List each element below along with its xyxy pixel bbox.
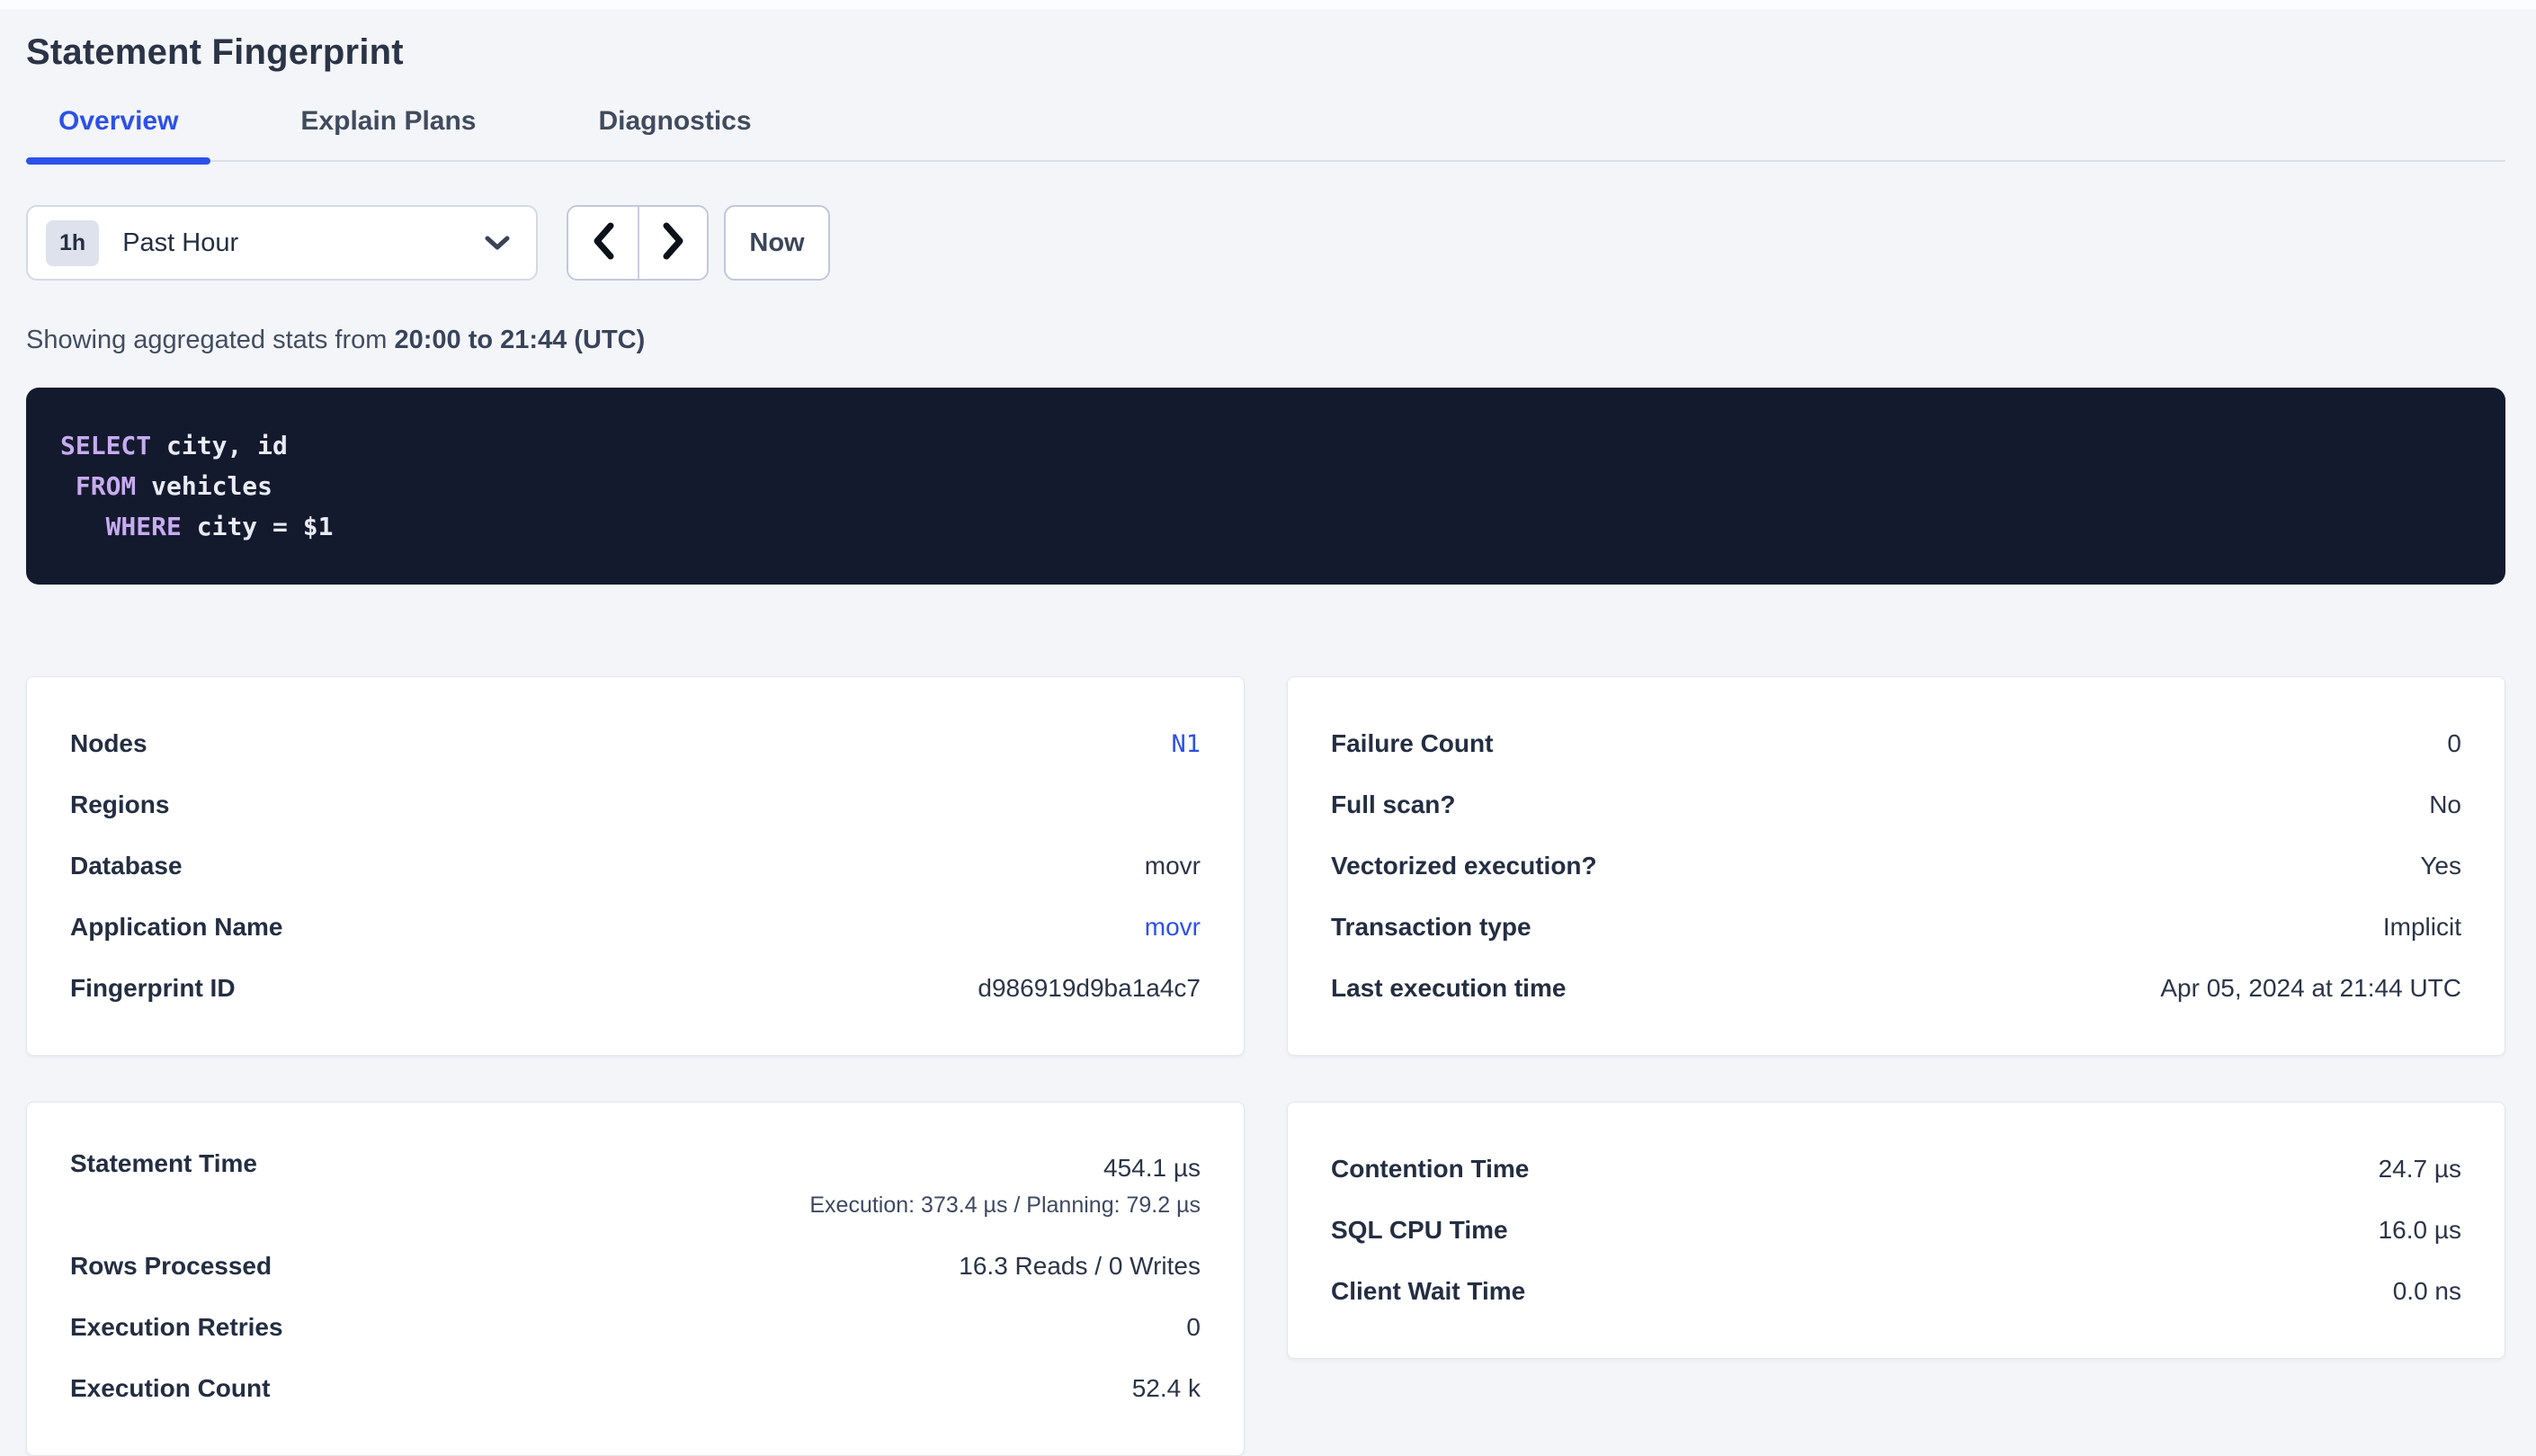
statement-time-value: 454.1 µs: [1103, 1149, 1201, 1187]
time-controls: 1h Past Hour Now: [26, 205, 2505, 281]
contention-time-value: 24.7 µs: [2379, 1155, 2461, 1184]
tab-bar: Overview Explain Plans Diagnostics: [26, 106, 2505, 162]
row-full-scan: Full scan? No: [1331, 774, 2461, 835]
chevron-left-icon: [591, 222, 616, 264]
failure-count-label: Failure Count: [1331, 729, 1493, 758]
execution-attributes-card: Failure Count 0 Full scan? No Vectorized…: [1287, 676, 2505, 1056]
now-button[interactable]: Now: [724, 205, 830, 281]
row-transaction-type: Transaction type Implicit: [1331, 897, 2461, 958]
sql-cpu-time-label: SQL CPU Time: [1331, 1216, 1508, 1245]
next-time-button[interactable]: [638, 207, 707, 279]
caption-prefix: Showing aggregated stats from: [26, 326, 394, 354]
time-pager: [567, 205, 709, 281]
statement-details-card: Nodes N1 Regions Database movr Applicati…: [26, 676, 1245, 1056]
summary-cards: Nodes N1 Regions Database movr Applicati…: [26, 676, 2505, 1456]
vectorized-execution-value: Yes: [2420, 852, 2461, 880]
regions-label: Regions: [70, 791, 169, 819]
row-failure-count: Failure Count 0: [1331, 713, 2461, 774]
fingerprint-id-label: Fingerprint ID: [70, 974, 236, 1003]
time-range-badge: 1h: [46, 220, 99, 266]
statement-time-detail: Execution: 373.4 µs / Planning: 79.2 µs: [809, 1187, 1201, 1223]
aggregated-stats-caption: Showing aggregated stats from 20:00 to 2…: [26, 326, 2505, 355]
nodes-link[interactable]: N1: [1171, 730, 1201, 758]
previous-time-button[interactable]: [568, 207, 638, 279]
transaction-type-label: Transaction type: [1331, 913, 1531, 942]
application-name-label: Application Name: [70, 913, 282, 942]
row-fingerprint-id: Fingerprint ID d986919d9ba1a4c7: [70, 958, 1201, 1019]
statement-time-label: Statement Time: [70, 1149, 257, 1178]
row-regions: Regions: [70, 774, 1201, 835]
top-edge: [0, 0, 2536, 9]
page-title: Statement Fingerprint: [26, 31, 2505, 74]
client-wait-time-value: 0.0 ns: [2393, 1277, 2461, 1306]
sql-line: SELECT city, id: [60, 425, 2471, 466]
fingerprint-id-value: d986919d9ba1a4c7: [978, 974, 1201, 1003]
last-execution-time-label: Last execution time: [1331, 974, 1566, 1003]
tab-diagnostics[interactable]: Diagnostics: [567, 106, 784, 160]
row-database: Database movr: [70, 835, 1201, 897]
row-sql-cpu-time: SQL CPU Time 16.0 µs: [1331, 1200, 2461, 1261]
full-scan-value: No: [2429, 791, 2461, 819]
client-wait-time-label: Client Wait Time: [1331, 1277, 1525, 1306]
row-nodes: Nodes N1: [70, 713, 1201, 774]
full-scan-label: Full scan?: [1331, 791, 1455, 819]
row-statement-time: Statement Time 454.1 µs Execution: 373.4…: [70, 1139, 1201, 1236]
row-client-wait-time: Client Wait Time 0.0 ns: [1331, 1261, 2461, 1322]
row-vectorized-execution: Vectorized execution? Yes: [1331, 835, 2461, 897]
nodes-label: Nodes: [70, 729, 147, 758]
resource-stats-card: Contention Time 24.7 µs SQL CPU Time 16.…: [1287, 1102, 2505, 1359]
failure-count-value: 0: [2447, 729, 2461, 758]
chevron-down-icon: [484, 234, 511, 252]
row-application-name: Application Name movr: [70, 897, 1201, 958]
application-name-link[interactable]: movr: [1145, 913, 1201, 942]
time-range-dropdown[interactable]: 1h Past Hour: [26, 205, 538, 281]
vectorized-execution-label: Vectorized execution?: [1331, 852, 1597, 880]
sql-line: FROM vehicles: [60, 466, 2471, 506]
last-execution-time-value: Apr 05, 2024 at 21:44 UTC: [2160, 974, 2461, 1003]
database-value: movr: [1145, 852, 1201, 880]
execution-retries-value: 0: [1186, 1313, 1201, 1342]
statement-time-values: 454.1 µs Execution: 373.4 µs / Planning:…: [809, 1149, 1201, 1223]
sql-line: WHERE city = $1: [60, 506, 2471, 547]
chevron-right-icon: [661, 222, 686, 264]
row-contention-time: Contention Time 24.7 µs: [1331, 1139, 2461, 1200]
tab-explain-plans[interactable]: Explain Plans: [268, 106, 508, 160]
contention-time-label: Contention Time: [1331, 1155, 1529, 1184]
sql-statement-box: SELECT city, id FROM vehicles WHERE city…: [26, 388, 2505, 585]
tab-overview[interactable]: Overview: [26, 106, 210, 160]
execution-retries-label: Execution Retries: [70, 1313, 283, 1342]
sql-cpu-time-value: 16.0 µs: [2379, 1216, 2461, 1245]
transaction-type-value: Implicit: [2383, 913, 2461, 942]
rows-processed-value: 16.3 Reads / 0 Writes: [959, 1252, 1201, 1281]
row-rows-processed: Rows Processed 16.3 Reads / 0 Writes: [70, 1236, 1201, 1297]
rows-processed-label: Rows Processed: [70, 1252, 272, 1281]
time-range-label: Past Hour: [122, 228, 238, 258]
execution-count-label: Execution Count: [70, 1374, 270, 1403]
row-execution-retries: Execution Retries 0: [70, 1297, 1201, 1358]
caption-time-range: 20:00 to 21:44 (UTC): [394, 326, 645, 354]
statement-fingerprint-page: Statement Fingerprint Overview Explain P…: [0, 31, 2536, 1456]
row-execution-count: Execution Count 52.4 k: [70, 1358, 1201, 1419]
execution-stats-card: Statement Time 454.1 µs Execution: 373.4…: [26, 1102, 1245, 1456]
row-last-execution-time: Last execution time Apr 05, 2024 at 21:4…: [1331, 958, 2461, 1019]
database-label: Database: [70, 852, 183, 880]
execution-count-value: 52.4 k: [1132, 1374, 1201, 1403]
